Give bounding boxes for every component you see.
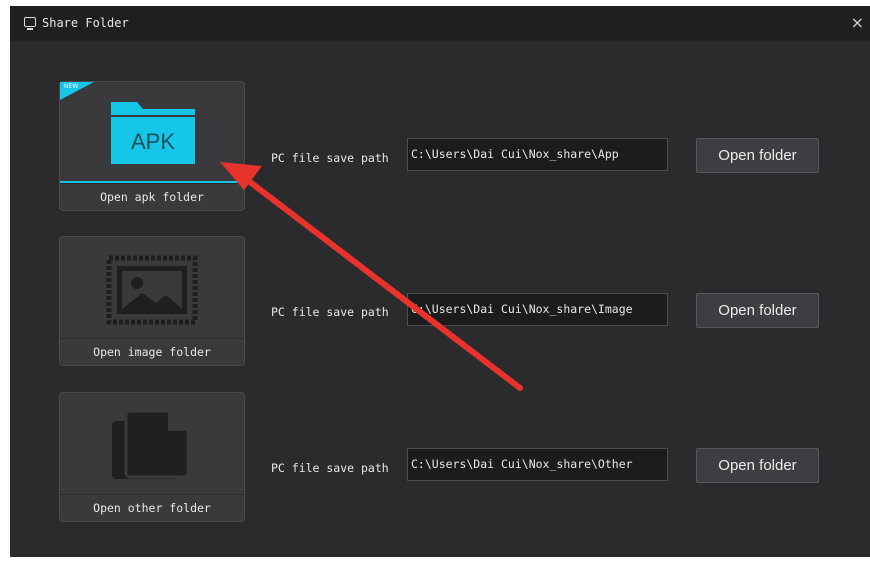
path-label: PC file save path [271, 461, 389, 475]
new-badge-label: NEW [64, 83, 79, 90]
image-path-field[interactable]: C:\Users\Dai Cui\Nox_share\Image [407, 293, 668, 326]
tile-caption: Open image folder [60, 338, 244, 365]
path-label: PC file save path [271, 151, 389, 165]
open-image-folder-tile[interactable]: Open image folder [59, 236, 245, 366]
apk-icon-text: APK [131, 129, 175, 154]
path-label: PC file save path [271, 305, 389, 319]
open-apk-folder-tile[interactable]: NEW APK Open apk folder [59, 81, 245, 211]
tile-caption: Open apk folder [60, 183, 244, 210]
apk-path-field[interactable]: C:\Users\Dai Cui\Nox_share\App [407, 138, 668, 171]
share-folder-window: Share Folder × NEW APK Open apk folder P… [10, 6, 870, 557]
image-icon [106, 255, 198, 325]
title-bar: Share Folder × [10, 6, 870, 41]
window-title: Share Folder [42, 16, 129, 30]
open-other-folder-tile[interactable]: Open other folder [59, 392, 245, 522]
apk-folder-icon: APK [111, 102, 195, 164]
documents-icon [112, 409, 190, 479]
open-apk-folder-button[interactable]: Open folder [696, 138, 819, 173]
close-icon[interactable]: × [851, 13, 864, 32]
open-image-folder-button[interactable]: Open folder [696, 293, 819, 328]
monitor-icon [24, 17, 36, 30]
tile-caption: Open other folder [60, 494, 244, 521]
open-other-folder-button[interactable]: Open folder [696, 448, 819, 483]
other-path-field[interactable]: C:\Users\Dai Cui\Nox_share\Other [407, 448, 668, 481]
